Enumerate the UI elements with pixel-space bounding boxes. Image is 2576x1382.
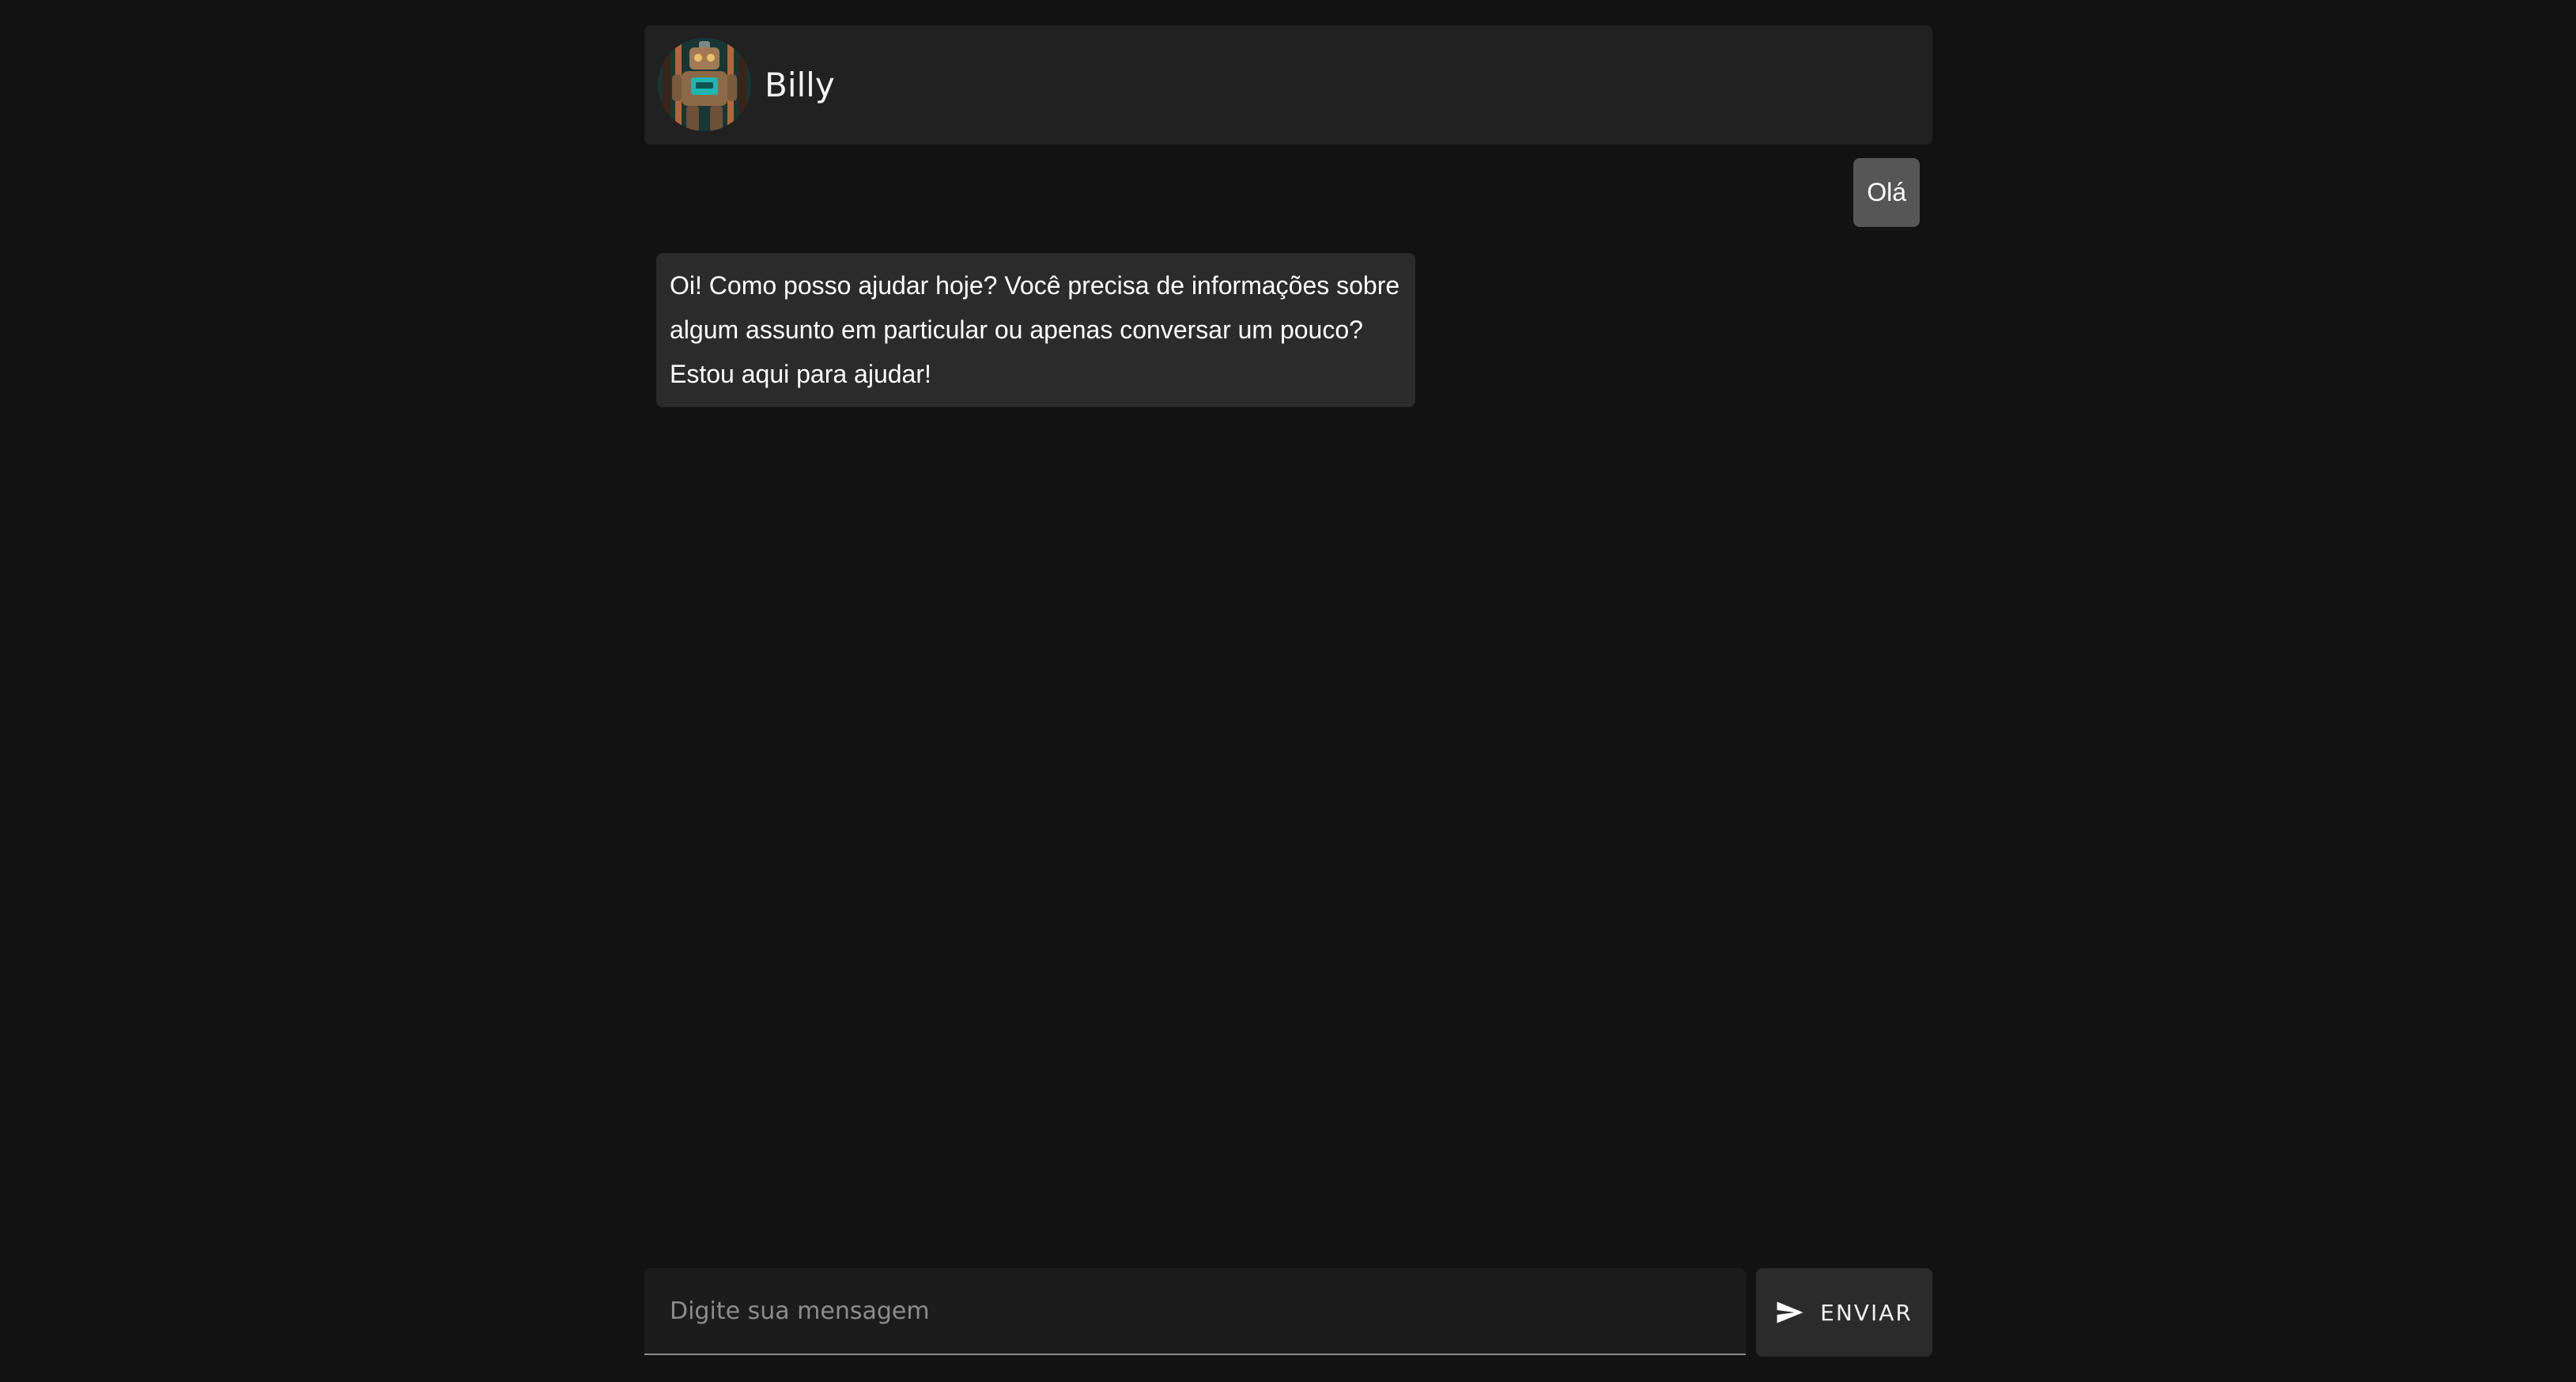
user-message-bubble: Olá — [1853, 158, 1920, 227]
message-input[interactable] — [644, 1268, 1746, 1355]
robot-avatar-image — [658, 38, 751, 131]
agent-name: Billy — [765, 66, 835, 104]
bot-message-bubble: Oi! Como posso ajudar hoje? Você precisa… — [656, 253, 1415, 407]
send-icon — [1776, 1301, 1804, 1324]
chat-window: Billy Olá Oi! Como posso ajudar hoje? Vo… — [644, 25, 1932, 1357]
message-composer: ENVIAR — [644, 1268, 1932, 1357]
message-list: Olá Oi! Como posso ajudar hoje? Você pre… — [644, 145, 1932, 1252]
send-button-label: ENVIAR — [1820, 1299, 1913, 1326]
robot-avatar — [658, 38, 751, 131]
send-button[interactable]: ENVIAR — [1756, 1268, 1932, 1357]
chat-header: Billy — [644, 25, 1932, 145]
